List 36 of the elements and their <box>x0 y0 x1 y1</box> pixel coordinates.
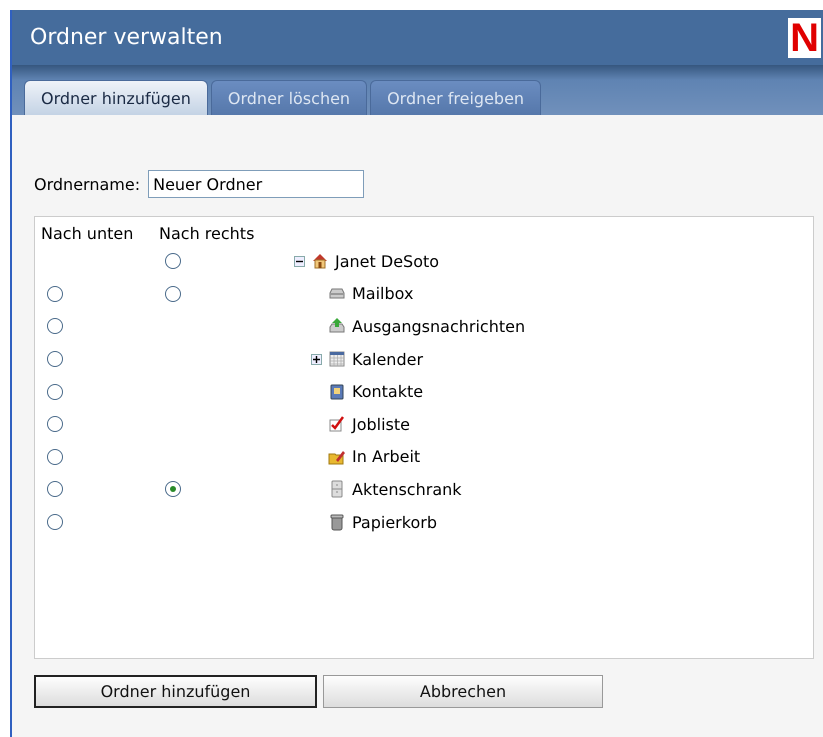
radio-button[interactable] <box>47 481 63 498</box>
expand-toggle[interactable] <box>311 354 322 365</box>
column-header: Nach rechts <box>159 224 256 242</box>
folder-label[interactable]: Papierkorb <box>352 512 437 532</box>
folder-label[interactable]: Janet DeSoto <box>335 252 440 271</box>
radio-button[interactable] <box>47 514 63 530</box>
field-label: Ordnername: <box>34 174 140 194</box>
radio-button[interactable] <box>165 253 181 270</box>
folder-label[interactable]: Jobliste <box>352 414 410 434</box>
folder-label[interactable]: Kontakte <box>352 382 424 402</box>
folder-label[interactable]: Kalender <box>352 350 424 369</box>
trash-icon <box>328 513 346 532</box>
radio-button[interactable] <box>165 286 181 302</box>
radio-button[interactable] <box>47 318 63 334</box>
tasks-icon <box>328 415 346 434</box>
folder-name-field[interactable]: Neuer Ordner <box>148 170 364 198</box>
radio-button[interactable] <box>47 286 63 302</box>
window-title: Ordner verwalten <box>30 25 223 50</box>
column-header: Nach unten <box>41 224 134 242</box>
radio-button[interactable] <box>165 481 181 498</box>
add-folder-button[interactable]: Ordner hinzufügen <box>34 675 317 708</box>
outbox-icon <box>328 317 346 336</box>
folder-label[interactable]: Aktenschrank <box>352 480 462 499</box>
radio-button[interactable] <box>47 384 63 400</box>
folder-label[interactable]: In Arbeit <box>352 447 420 466</box>
radio-button[interactable] <box>47 416 63 432</box>
home-icon <box>311 252 329 270</box>
cancel-button[interactable]: Abbrechen <box>323 675 603 708</box>
tab[interactable]: Ordner hinzufügen <box>24 80 208 115</box>
folder-label[interactable]: Mailbox <box>352 284 414 304</box>
logo: N <box>788 18 821 58</box>
folder-label[interactable]: Ausgangsnachrichten <box>352 316 526 336</box>
radio-button[interactable] <box>47 351 63 368</box>
radio-button[interactable] <box>47 448 63 465</box>
collapse-toggle[interactable] <box>294 256 305 267</box>
calendar-icon <box>328 350 346 368</box>
